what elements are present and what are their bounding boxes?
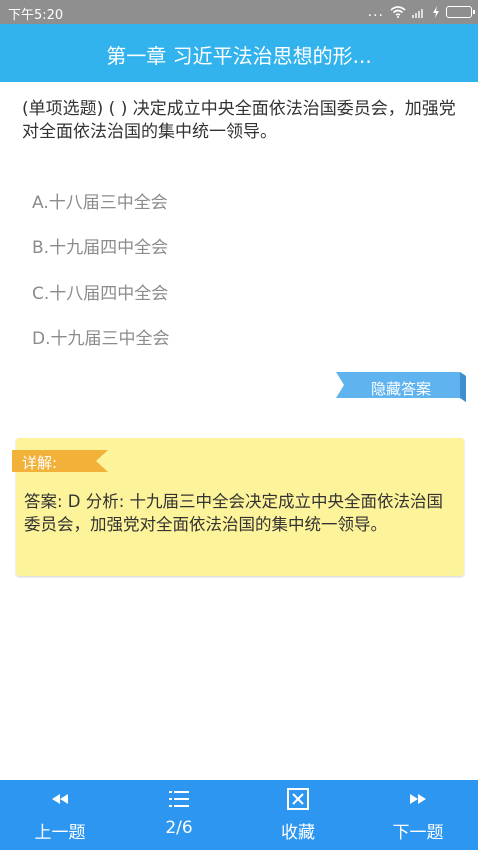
- progress-button[interactable]: 2/6: [129, 780, 229, 850]
- fast-forward-icon: [410, 794, 426, 804]
- more-dots-icon: ...: [367, 4, 384, 20]
- explanation-panel: 详解: 答案: D 分析: 十九届三中全会决定成立中央全面依法治国委员会，加强党…: [12, 438, 464, 576]
- option-d[interactable]: D.十九届三中全会: [32, 324, 170, 349]
- next-question-button[interactable]: 下一题: [368, 780, 468, 850]
- hide-answer-label: 隐藏答案: [370, 380, 431, 398]
- favorite-box-icon: [287, 788, 309, 810]
- next-question-label: 下一题: [392, 823, 444, 843]
- hide-answer-button[interactable]: 隐藏答案: [336, 372, 466, 402]
- list-icon: [169, 791, 189, 807]
- title-bar: 第一章 习近平法治思想的形...: [0, 24, 478, 82]
- option-b[interactable]: B.十九届四中全会: [32, 233, 168, 258]
- option-a[interactable]: A.十八届三中全会: [32, 188, 168, 213]
- page-title: 第一章 习近平法治思想的形...: [106, 44, 372, 68]
- battery-icon: [446, 6, 475, 18]
- status-bar: 下午5:20 ...: [0, 0, 478, 24]
- question-text: (单项选题) ( ) 决定成立中央全面依法治国委员会，加强党对全面依法治国的集中…: [22, 99, 456, 142]
- explanation-text: 答案: D 分析: 十九届三中全会决定成立中央全面依法治国委员会，加强党对全面依…: [24, 492, 444, 534]
- prev-question-label: 上一题: [34, 823, 86, 843]
- option-c[interactable]: C.十八届四中全会: [32, 279, 168, 304]
- favorite-button[interactable]: 收藏: [248, 780, 348, 850]
- status-icons: ...: [367, 3, 475, 21]
- charging-icon: [433, 6, 439, 18]
- status-time: 下午5:20: [8, 8, 64, 23]
- bottom-nav: 上一题 2/6 收藏 下一题: [0, 780, 478, 850]
- wifi-icon: [390, 6, 406, 18]
- rewind-icon: [52, 794, 68, 804]
- signal-icon: [412, 9, 423, 18]
- explanation-tag-label: 详解:: [22, 454, 58, 472]
- prev-question-button[interactable]: 上一题: [10, 780, 110, 850]
- explanation-tag: 详解:: [12, 450, 108, 472]
- favorite-label: 收藏: [281, 823, 315, 843]
- progress-label: 2/6: [165, 818, 193, 838]
